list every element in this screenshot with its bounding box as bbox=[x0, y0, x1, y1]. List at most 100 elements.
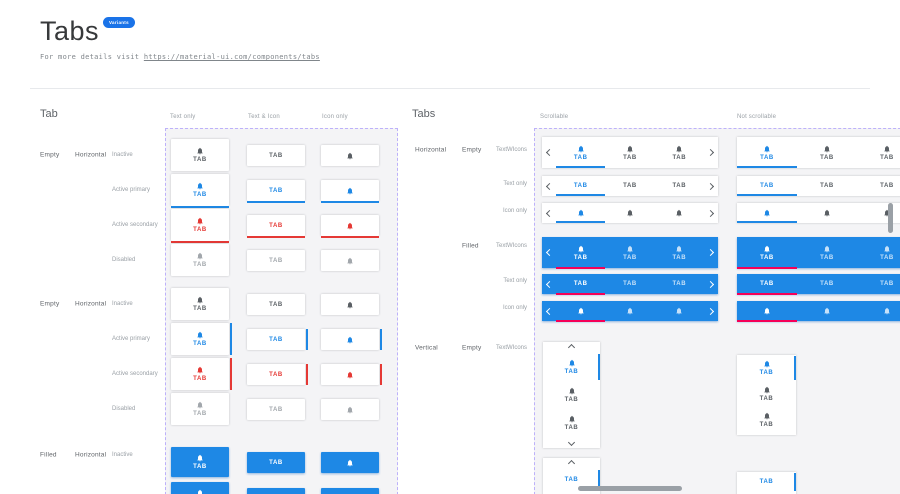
tab-item-active[interactable]: TAB bbox=[556, 176, 605, 196]
tab-item[interactable] bbox=[857, 301, 900, 321]
tab-specimen-texticon-active-primary[interactable]: TAB bbox=[171, 323, 229, 355]
scroll-up-button[interactable] bbox=[543, 342, 600, 353]
scroll-right-button[interactable] bbox=[704, 203, 718, 223]
tab-item[interactable]: TAB bbox=[857, 237, 900, 268]
tab-specimen-icon-active-primary[interactable] bbox=[321, 180, 379, 201]
tab-item-active[interactable]: TAB bbox=[737, 176, 797, 196]
tab-item[interactable]: TAB bbox=[655, 137, 704, 168]
scroll-left-button[interactable] bbox=[542, 137, 556, 168]
tab-specimen-filled-text[interactable]: TAB bbox=[247, 452, 305, 473]
tab-item-active[interactable]: TAB bbox=[737, 274, 797, 294]
tab-item[interactable]: TAB bbox=[605, 274, 654, 294]
tab-specimen-icon-inactive[interactable] bbox=[321, 294, 379, 315]
bell-icon bbox=[823, 245, 831, 253]
tab-item[interactable]: TAB bbox=[655, 274, 704, 294]
column-header-icon-only: Icon only bbox=[322, 114, 348, 120]
tab-specimen-text-active-secondary[interactable]: TAB bbox=[247, 215, 305, 236]
tab-item-active[interactable]: TAB bbox=[737, 237, 797, 268]
tab-specimen-icon-disabled[interactable] bbox=[321, 250, 379, 271]
vertical-scrollbar-thumb[interactable] bbox=[888, 203, 893, 233]
tab-specimen-icon-active-secondary[interactable] bbox=[321, 215, 379, 236]
tab-item[interactable]: TAB bbox=[797, 176, 857, 196]
tab-specimen-texticon-inactive[interactable]: TAB bbox=[171, 288, 229, 320]
scroll-right-button[interactable] bbox=[704, 237, 718, 268]
tab-item[interactable]: TAB bbox=[605, 137, 654, 168]
tab-specimen-text-disabled[interactable]: TAB bbox=[247, 250, 305, 271]
tab-item[interactable]: TAB bbox=[605, 176, 654, 196]
tab-item-active[interactable]: TAB bbox=[737, 137, 797, 168]
tab-specimen-texticon-active-secondary[interactable]: TAB bbox=[171, 209, 229, 241]
tab-specimen-filled-icon[interactable] bbox=[321, 452, 379, 473]
scroll-left-button[interactable] bbox=[542, 176, 556, 196]
tab-item-active[interactable]: TAB bbox=[556, 274, 605, 294]
tab-item[interactable] bbox=[797, 301, 857, 321]
tab-specimen-text-active-secondary[interactable]: TAB bbox=[247, 364, 305, 385]
tab-item[interactable] bbox=[655, 301, 704, 321]
tab-item[interactable]: TAB bbox=[857, 274, 900, 294]
tab-specimen-icon-active-secondary[interactable] bbox=[321, 364, 379, 385]
bell-icon bbox=[763, 360, 771, 368]
tab-item[interactable]: TAB bbox=[655, 176, 704, 196]
tab-specimen-text-inactive[interactable]: TAB bbox=[247, 145, 305, 166]
tab-specimen-icon-inactive[interactable] bbox=[321, 145, 379, 166]
tab-item[interactable] bbox=[605, 203, 654, 223]
tab-item[interactable]: TAB bbox=[797, 137, 857, 168]
tab-specimen-filled-texticon[interactable]: TAB bbox=[171, 447, 229, 477]
tab-item-active[interactable]: TAB bbox=[543, 353, 600, 381]
scroll-left-button[interactable] bbox=[542, 274, 556, 294]
tab-item-active[interactable] bbox=[737, 203, 797, 223]
scroll-right-button[interactable] bbox=[704, 301, 718, 321]
tab-label: TAB bbox=[565, 369, 579, 375]
tab-specimen-text-active-primary[interactable]: TAB bbox=[247, 329, 305, 350]
tab-specimen-filled-icon[interactable] bbox=[321, 488, 379, 494]
tab-label: TAB bbox=[269, 372, 283, 378]
tab-label: TAB bbox=[760, 155, 774, 161]
tab-item[interactable] bbox=[655, 203, 704, 223]
tab-item-active[interactable] bbox=[556, 203, 605, 223]
tab-item[interactable] bbox=[857, 203, 900, 223]
tab-item[interactable]: TAB bbox=[737, 407, 796, 433]
tab-label: TAB bbox=[193, 306, 207, 312]
tab-specimen-texticon-active-secondary[interactable]: TAB bbox=[171, 358, 229, 390]
tab-specimen-filled-texticon[interactable]: TAB bbox=[171, 482, 229, 494]
tab-specimen-texticon-disabled[interactable]: TAB bbox=[171, 244, 229, 276]
tab-item[interactable]: TAB bbox=[543, 409, 600, 437]
external-link[interactable]: https://material-ui.com/components/tabs bbox=[144, 53, 320, 61]
tab-item-active[interactable]: TAB bbox=[737, 355, 796, 381]
tab-item[interactable] bbox=[797, 203, 857, 223]
tab-item[interactable]: TAB bbox=[605, 237, 654, 268]
tab-item-active[interactable] bbox=[737, 301, 797, 321]
tab-specimen-icon-active-primary[interactable] bbox=[321, 329, 379, 350]
horizontal-scrollbar-thumb[interactable] bbox=[578, 486, 682, 491]
tab-specimen-filled-text[interactable]: TAB bbox=[247, 488, 305, 494]
scroll-left-button[interactable] bbox=[542, 301, 556, 321]
scroll-right-button[interactable] bbox=[704, 176, 718, 196]
tab-item-active[interactable]: TAB bbox=[556, 137, 605, 168]
tab-item[interactable]: TAB bbox=[797, 237, 857, 268]
tab-item-active[interactable]: TAB bbox=[556, 237, 605, 268]
tab-item-active[interactable]: TAB bbox=[737, 472, 796, 492]
scroll-left-button[interactable] bbox=[542, 203, 556, 223]
tab-item[interactable]: TAB bbox=[737, 381, 796, 407]
scroll-up-button[interactable] bbox=[543, 458, 600, 469]
tab-item[interactable]: TAB bbox=[655, 237, 704, 268]
tab-item-active[interactable] bbox=[556, 301, 605, 321]
bell-icon bbox=[675, 209, 683, 217]
tab-specimen-texticon-disabled[interactable]: TAB bbox=[171, 393, 229, 425]
tab-specimen-icon-disabled[interactable] bbox=[321, 399, 379, 420]
tab-item[interactable]: TAB bbox=[857, 176, 900, 196]
tab-specimen-texticon-active-primary[interactable]: TAB bbox=[171, 174, 229, 206]
tab-item[interactable]: TAB bbox=[543, 381, 600, 409]
tab-item[interactable]: TAB bbox=[857, 137, 900, 168]
scroll-down-button[interactable] bbox=[543, 437, 600, 448]
tab-specimen-text-inactive[interactable]: TAB bbox=[247, 294, 305, 315]
scroll-left-button[interactable] bbox=[542, 237, 556, 268]
tab-specimen-text-active-primary[interactable]: TAB bbox=[247, 180, 305, 201]
tab-specimen-texticon-inactive[interactable]: TAB bbox=[171, 139, 229, 171]
scroll-right-button[interactable] bbox=[704, 137, 718, 168]
scroll-right-button[interactable] bbox=[704, 274, 718, 294]
tab-specimen-text-disabled[interactable]: TAB bbox=[247, 399, 305, 420]
tab-item[interactable]: TAB bbox=[797, 274, 857, 294]
bell-icon bbox=[823, 307, 831, 315]
tab-item[interactable] bbox=[605, 301, 654, 321]
